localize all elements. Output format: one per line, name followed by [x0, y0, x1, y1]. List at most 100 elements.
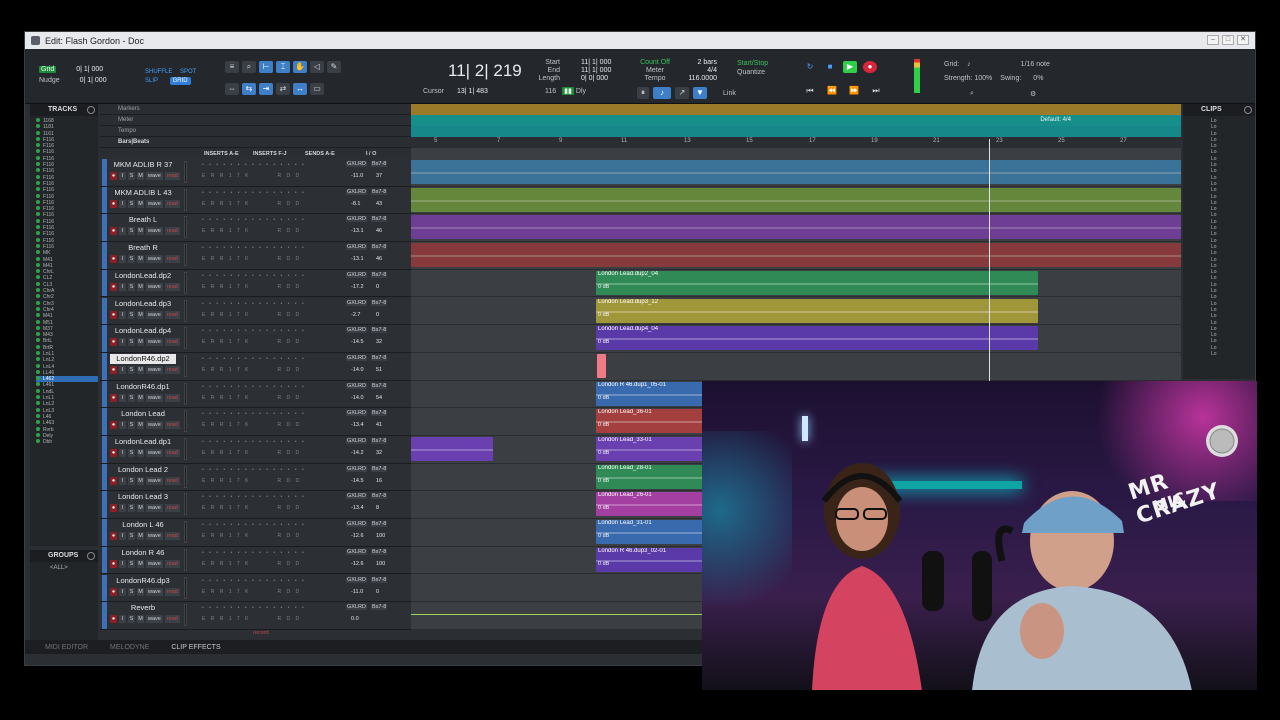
show-hide-dot-icon[interactable]	[36, 407, 40, 412]
send-slots[interactable]: E R R 1 7 K R D D	[202, 533, 301, 539]
track-name[interactable]: LondonR46.dp3	[110, 576, 176, 586]
track-lane[interactable]	[411, 187, 1181, 215]
record-arm-icon[interactable]: ●	[110, 504, 117, 513]
show-hide-dot-icon[interactable]	[36, 130, 40, 135]
track-lane[interactable]	[411, 242, 1181, 270]
view-selector[interactable]: wave	[146, 476, 163, 485]
tab-melodyne[interactable]: MELODYNE	[110, 644, 149, 651]
pan-value[interactable]: 54	[376, 395, 382, 401]
loop-icon[interactable]: ↻	[803, 61, 817, 73]
strength-value[interactable]: 100%	[974, 75, 992, 82]
show-hide-dot-icon[interactable]	[36, 206, 40, 211]
wait-note-icon[interactable]: ⏸	[637, 87, 649, 99]
input-monitor-button[interactable]: I	[119, 227, 126, 236]
track-name[interactable]: LondonLead.dp4	[110, 326, 176, 336]
show-hide-dot-icon[interactable]	[36, 369, 40, 374]
input-monitor-button[interactable]: I	[119, 282, 126, 291]
track-header-row[interactable]: LondonR46.dp2 ● I S Mwave read • • • • • • • •…	[100, 352, 411, 381]
input-selector[interactable]: GXLRD	[346, 438, 367, 444]
input-selector[interactable]: GXLRD	[346, 548, 367, 555]
input-selector[interactable]: GXLRD	[346, 216, 367, 223]
input-monitor-button[interactable]: I	[119, 615, 126, 624]
countoff-icon[interactable]: ↗	[675, 87, 689, 99]
track-name[interactable]: London Lead	[110, 409, 176, 419]
automation-mode[interactable]: read	[164, 338, 180, 347]
send-slots[interactable]: E R R 1 7 K R D D	[202, 561, 301, 567]
automation-mode[interactable]: read	[164, 421, 180, 430]
show-hide-dot-icon[interactable]	[36, 136, 40, 141]
track-header-row[interactable]: MKM ADLIB L 43 ● I S Mwave read • • • • • • • …	[100, 186, 411, 215]
length-value[interactable]: 0| 0| 000	[581, 75, 611, 83]
show-hide-dot-icon[interactable]	[36, 357, 40, 362]
solo-button[interactable]: S	[128, 282, 135, 291]
input-selector[interactable]: GXLRD	[346, 161, 367, 167]
solo-button[interactable]: S	[128, 559, 135, 568]
grid-label[interactable]: Grid	[39, 66, 57, 73]
audio-clip[interactable]: London Lead_31-01 0 dB	[596, 520, 703, 545]
record-arm-icon[interactable]: ●	[110, 365, 117, 374]
view-selector[interactable]: wave	[146, 449, 163, 457]
show-hide-dot-icon[interactable]	[36, 376, 40, 381]
solo-button[interactable]: S	[128, 421, 135, 430]
view-selector[interactable]: wave	[146, 365, 163, 374]
show-hide-dot-icon[interactable]	[36, 262, 40, 267]
full-length-clip[interactable]	[411, 160, 1181, 184]
rtz-icon[interactable]: ⏮	[803, 85, 817, 97]
volume-value[interactable]: 0.0	[351, 616, 359, 622]
record-arm-icon[interactable]: ●	[110, 199, 117, 208]
input-selector[interactable]: GXLRD	[346, 244, 367, 251]
minimize-icon[interactable]: –	[1207, 35, 1219, 45]
track-lane[interactable]: London Lead.dup3_12 0 dB	[411, 298, 1181, 326]
send-slots[interactable]: E R R 1 7 K R D D	[202, 367, 301, 373]
input-selector[interactable]: GXLRD	[346, 576, 367, 583]
track-name[interactable]: Breath L	[110, 215, 176, 225]
start-stop[interactable]: Start/Stop	[737, 59, 768, 68]
volume-value[interactable]: -14.5	[351, 339, 364, 345]
input-monitor-button[interactable]: I	[119, 532, 126, 541]
magnify-icon[interactable]: ⌕	[242, 61, 256, 73]
selector-tool-icon[interactable]: ⌶	[276, 61, 290, 73]
record-arm-icon[interactable]: ●	[110, 393, 117, 402]
show-hide-dot-icon[interactable]	[36, 294, 40, 299]
output-selector[interactable]: Bs7-8	[371, 438, 388, 444]
input-selector[interactable]: GXLRD	[346, 410, 367, 417]
link-timeline-icon[interactable]: ⇆	[242, 83, 256, 95]
record-arm-icon[interactable]: ●	[110, 449, 117, 457]
mute-button[interactable]: M	[137, 449, 144, 457]
nudge-value[interactable]: 0| 1| 000	[80, 77, 107, 84]
show-hide-dot-icon[interactable]	[36, 439, 40, 444]
insert-slots[interactable]: • • • • • • • • • • • • • • •	[202, 245, 306, 251]
pan-value[interactable]: 0	[376, 284, 379, 290]
insert-slots[interactable]: • • • • • • • • • • • • • • •	[202, 467, 306, 473]
insert-slots[interactable]: • • • • • • • • • • • • • • •	[202, 217, 306, 223]
track-header-row[interactable]: London Lead ● I S Mwave read • • • • • • • • •…	[100, 408, 411, 436]
show-hide-dot-icon[interactable]	[36, 306, 40, 311]
volume-value[interactable]: -14.0	[351, 395, 364, 401]
track-header-row[interactable]: MKM ADLIB R 37 ● I S Mwave read • • • • • • • …	[100, 159, 411, 187]
show-hide-dot-icon[interactable]	[36, 388, 40, 393]
keyboard-focus-icon[interactable]: ▭	[310, 83, 324, 95]
insert-slots[interactable]: • • • • • • • • • • • • • • •	[202, 356, 306, 362]
meter-lane[interactable]: Default: 4/4	[411, 115, 1181, 126]
solo-button[interactable]: S	[128, 310, 135, 319]
view-selector[interactable]: wave	[146, 310, 163, 319]
mode-slip[interactable]: SLIP	[145, 78, 158, 84]
show-hide-dot-icon[interactable]	[36, 281, 40, 286]
record-arm-icon[interactable]: ●	[110, 227, 117, 236]
input-monitor-button[interactable]: I	[119, 476, 126, 485]
tempo-value[interactable]: 116.0000	[687, 75, 717, 83]
track-lane[interactable]	[411, 353, 1181, 381]
send-slots[interactable]: E R R 1 7 K R D D	[202, 228, 301, 234]
audio-clip[interactable]: London Lead.dup4_04 0 dB	[596, 326, 1038, 351]
automation-mode[interactable]: read	[164, 227, 180, 236]
link-label[interactable]: Link	[723, 90, 736, 97]
insert-slots[interactable]: • • • • • • • • • • • • • • •	[202, 328, 306, 334]
solo-button[interactable]: S	[128, 172, 135, 180]
send-slots[interactable]: E R R 1 7 K R D D	[202, 505, 301, 511]
automation-mode[interactable]: read	[164, 476, 180, 485]
swing-value[interactable]: 0%	[1033, 75, 1043, 82]
output-selector[interactable]: Bs7-8	[371, 604, 388, 611]
automation-mode[interactable]: read	[164, 532, 180, 541]
full-length-clip[interactable]	[411, 187, 1181, 212]
mute-button[interactable]: M	[137, 172, 144, 180]
